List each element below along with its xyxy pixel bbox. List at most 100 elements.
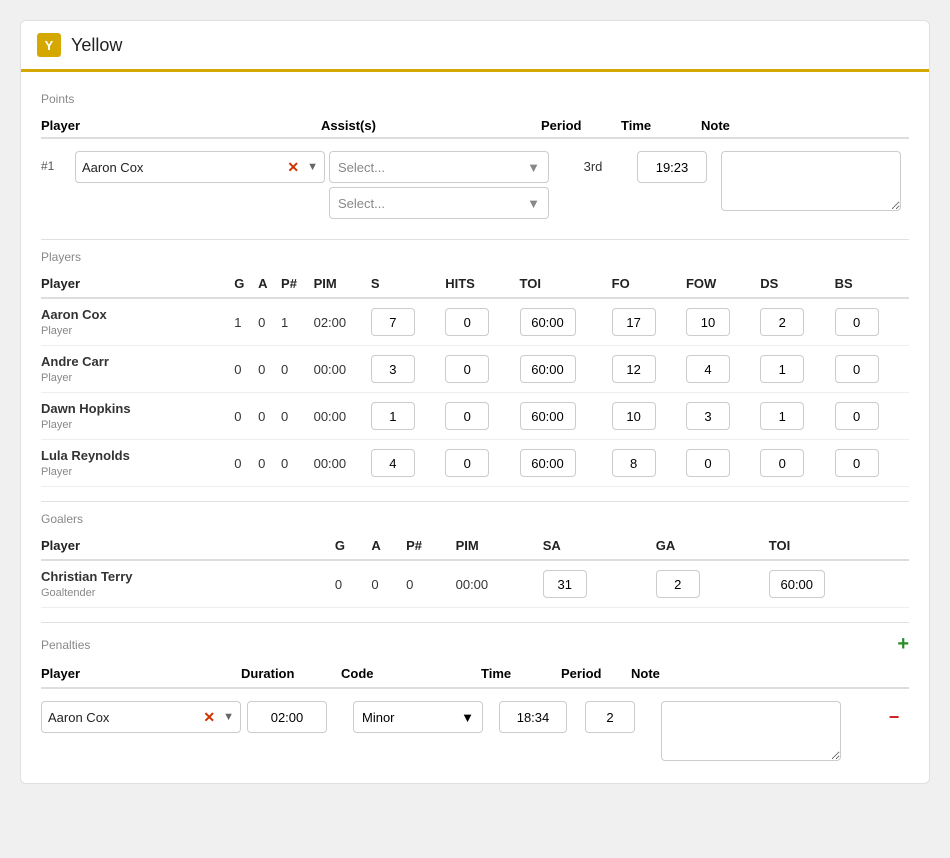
player-name: Dawn Hopkins (41, 401, 228, 416)
players-section-label: Players (41, 250, 909, 264)
divider-3 (41, 622, 909, 623)
goaler-ga-input[interactable] (656, 570, 700, 598)
players-col-player: Player (41, 272, 234, 298)
player-a: 0 (258, 298, 281, 346)
player-s-input[interactable] (371, 402, 415, 430)
goaler-name-cell: Christian Terry Goaltender (41, 560, 335, 608)
player-role: Player (41, 372, 72, 384)
player-pim: 00:00 (314, 393, 371, 440)
player-name-cell: Andre Carr Player (41, 346, 234, 393)
card-body: Points Player Assist(s) Period Time Note… (21, 72, 929, 783)
col-time: Time (621, 118, 701, 133)
col-player: Player (41, 118, 321, 133)
divider-1 (41, 239, 909, 240)
player-g: 0 (234, 346, 258, 393)
player-name: Aaron Cox (41, 307, 228, 322)
player-hits-input[interactable] (445, 308, 489, 336)
player-fo-input[interactable] (612, 355, 656, 383)
players-col-ds: DS (760, 272, 834, 298)
player-fow-input[interactable] (686, 355, 730, 383)
player-fo-input[interactable] (612, 402, 656, 430)
player-hits-input[interactable] (445, 402, 489, 430)
goaler-g: 0 (335, 560, 371, 608)
player-pim: 02:00 (314, 298, 371, 346)
assist1-select[interactable]: Select... ▼ (329, 151, 549, 183)
goaler-sa-input[interactable] (543, 570, 587, 598)
row-num: #1 (41, 151, 71, 173)
points-player-select[interactable]: Aaron Cox ✕ ▼ (75, 151, 325, 183)
assist2-select[interactable]: Select... ▼ (329, 187, 549, 219)
goaler-a: 0 (371, 560, 406, 608)
player-s-input[interactable] (371, 449, 415, 477)
player-ds-input[interactable] (760, 355, 804, 383)
player-fow-input[interactable] (686, 449, 730, 477)
player-g: 0 (234, 440, 258, 487)
player-bs-input[interactable] (835, 402, 879, 430)
player-toi-input[interactable] (520, 308, 576, 336)
col-period: Period (541, 118, 621, 133)
penalty-time-input[interactable] (499, 701, 567, 733)
player-toi-input[interactable] (520, 355, 576, 383)
penalty-row: Aaron Cox ✕ ▼ Minor ▼ − (41, 695, 909, 767)
points-player-chevron-icon: ▼ (307, 161, 318, 173)
player-fow-input[interactable] (686, 308, 730, 336)
players-col-bs: BS (835, 272, 909, 298)
player-hits-input[interactable] (445, 449, 489, 477)
goaler-pim: 00:00 (456, 560, 543, 608)
player-toi-input[interactable] (520, 402, 576, 430)
player-fo-input[interactable] (612, 308, 656, 336)
table-row: Lula Reynolds Player 0 0 0 00:00 (41, 440, 909, 487)
player-name-cell: Dawn Hopkins Player (41, 393, 234, 440)
player-role: Player (41, 325, 72, 337)
penalties-col-player: Player (41, 666, 241, 681)
team-badge: Y (37, 33, 61, 57)
penalty-player-select[interactable]: Aaron Cox ✕ ▼ (41, 701, 241, 733)
remove-penalty-button[interactable]: − (879, 707, 909, 728)
player-fo-input[interactable] (612, 449, 656, 477)
players-table: Player G A P# PIM S HITS TOI FO FOW DS B… (41, 272, 909, 487)
players-col-pim: PIM (314, 272, 371, 298)
penalty-player-clear-button[interactable]: ✕ (201, 709, 217, 726)
table-row: Aaron Cox Player 1 0 1 02:00 (41, 298, 909, 346)
player-s-input[interactable] (371, 308, 415, 336)
goalers-col-pim: PIM (456, 534, 543, 560)
goaler-name: Christian Terry (41, 569, 329, 584)
penalty-player-chevron-icon: ▼ (223, 711, 234, 723)
player-ds-input[interactable] (760, 449, 804, 477)
player-role: Player (41, 419, 72, 431)
players-col-toi: TOI (520, 272, 612, 298)
goaler-role: Goaltender (41, 587, 95, 599)
points-time-input[interactable] (637, 151, 707, 183)
points-period: 3rd (553, 151, 633, 174)
penalties-col-period: Period (561, 666, 631, 681)
player-s-input[interactable] (371, 355, 415, 383)
player-bs-input[interactable] (835, 355, 879, 383)
players-col-s: S (371, 272, 445, 298)
player-bs-input[interactable] (835, 449, 879, 477)
player-name: Lula Reynolds (41, 448, 228, 463)
player-ds-input[interactable] (760, 308, 804, 336)
penalties-col-duration: Duration (241, 666, 341, 681)
player-toi-input[interactable] (520, 449, 576, 477)
add-penalty-button[interactable]: + (897, 633, 909, 656)
team-name: Yellow (71, 35, 122, 56)
penalty-note-textarea[interactable] (661, 701, 841, 761)
table-row: Dawn Hopkins Player 0 0 0 00:00 (41, 393, 909, 440)
col-note: Note (701, 118, 909, 133)
player-p: 0 (281, 393, 314, 440)
goaler-toi-input[interactable] (769, 570, 825, 598)
points-note-textarea[interactable] (721, 151, 901, 211)
player-ds-input[interactable] (760, 402, 804, 430)
player-hits-input[interactable] (445, 355, 489, 383)
penalty-duration-input[interactable] (247, 701, 327, 733)
penalty-code-select[interactable]: Minor ▼ (353, 701, 483, 733)
points-player-clear-button[interactable]: ✕ (285, 159, 301, 176)
goalers-table: Player G A P# PIM SA GA TOI Christian Te… (41, 534, 909, 608)
penalties-header: Player Duration Code Time Period Note (41, 662, 909, 689)
player-bs-input[interactable] (835, 308, 879, 336)
player-a: 0 (258, 440, 281, 487)
player-fow-input[interactable] (686, 402, 730, 430)
players-col-a: A (258, 272, 281, 298)
player-name-cell: Aaron Cox Player (41, 298, 234, 346)
penalty-period-input[interactable] (585, 701, 635, 733)
